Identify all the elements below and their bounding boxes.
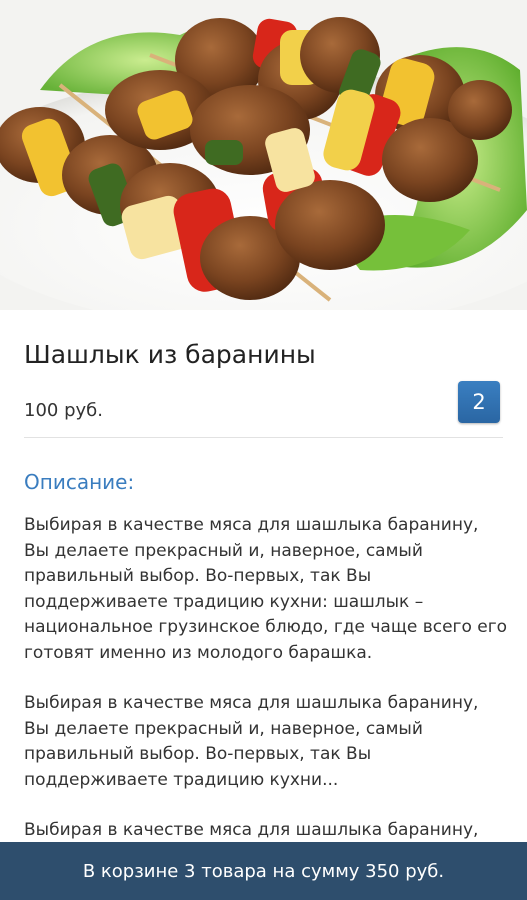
dish-title: Шашлык из баранины — [24, 340, 316, 369]
description-heading: Описание: — [24, 470, 135, 494]
cart-summary-bar[interactable]: В корзине 3 товара на сумму 350 руб. — [0, 842, 527, 900]
kebab-photo — [0, 17, 527, 310]
description-paragraph: Выбирая в качестве мяса для шашлыка бара… — [24, 693, 479, 790]
description-paragraph: Выбирая в качестве мяса для шашлыка бара… — [24, 515, 508, 663]
dish-image — [0, 0, 527, 310]
description-body: Выбирая в качестве мяса для шашлыка бара… — [24, 513, 508, 894]
quantity-badge[interactable]: 2 — [458, 381, 500, 423]
dish-price: 100 руб. — [24, 400, 103, 421]
divider — [24, 437, 503, 438]
dish-details: Шашлык из баранины 100 руб. 2 Описание: … — [0, 310, 527, 900]
cart-summary-text: В корзине 3 товара на сумму 350 руб. — [82, 860, 445, 882]
